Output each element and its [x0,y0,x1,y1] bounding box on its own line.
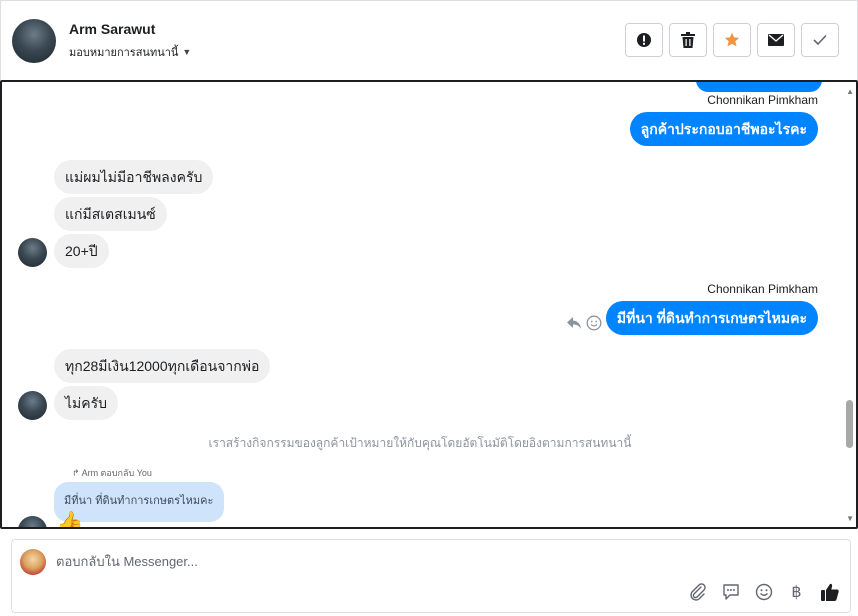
star-icon [724,32,740,47]
page-avatar [20,549,46,575]
like-button[interactable] [819,581,840,602]
message-bubble-outgoing[interactable]: ลูกค้าประกอบอาชีพอะไรคะ [629,112,818,146]
thumbs-up-icon [820,583,839,601]
emoji-icon [755,583,772,600]
envelope-icon [768,34,784,46]
reply-arrow-icon: ↱ [72,468,80,478]
mark-done-button[interactable] [801,23,839,57]
saved-reply-icon [722,583,739,600]
check-icon [813,34,827,46]
assign-dropdown[interactable]: มอบหมายการสนทนานี้ ▼ [69,43,191,61]
smiley-icon[interactable] [586,315,602,331]
message-bubble-incoming[interactable]: แก่มีสเตสเมนซ์ [54,197,167,231]
payment-button[interactable]: ฿ [786,581,807,602]
customer-avatar[interactable] [18,391,47,420]
delete-button[interactable] [669,23,707,57]
baht-icon: ฿ [791,583,802,601]
customer-avatar[interactable] [18,238,47,267]
mark-unread-button[interactable] [757,23,795,57]
message-bubble-incoming[interactable]: ไม่ครับ [54,386,119,420]
reply-icon[interactable] [566,316,582,330]
attach-button[interactable] [687,581,708,602]
thread-scrollbar[interactable]: ▲ ▼ [842,82,856,527]
message-bubble-outgoing[interactable]: มีที่นา ที่ดินทำการเกษตรไหมคะ [605,301,818,335]
composer-tools: ฿ [687,581,840,602]
exclamation-circle-icon [637,33,651,47]
customer-name[interactable]: Arm Sarawut [69,21,155,37]
sender-name: Chonnikan Pimkham [707,282,818,296]
saved-replies-button[interactable] [720,581,741,602]
reply-note: ↱ Arm ตอบกลับ You [72,466,152,480]
customer-avatar[interactable] [18,516,47,527]
message-bubble-incoming[interactable]: 20+ปี [54,234,109,268]
system-note: เราสร้างกิจกรรมของลูกค้าเป้าหมายให้กับคุ… [208,436,632,450]
spam-button[interactable] [625,23,663,57]
customer-avatar[interactable] [12,19,56,63]
emoji-button[interactable] [753,581,774,602]
assign-label: มอบหมายการสนทนานี้ [69,47,179,59]
scroll-up-arrow[interactable]: ▲ [846,87,854,96]
reply-input[interactable] [56,554,656,569]
trash-icon [681,32,695,48]
scroll-down-arrow[interactable]: ▼ [846,514,854,523]
conversation-header: Arm Sarawut มอบหมายการสนทนานี้ ▼ [0,0,858,80]
star-button[interactable] [713,23,751,57]
header-actions [625,23,839,57]
thumbs-up-reaction: 👍 [56,510,84,529]
message-bubble-incoming[interactable]: แม่ผมไม่มีอาชีพลงครับ [54,160,214,194]
scroll-thumb[interactable] [846,400,853,448]
message-thread[interactable]: Chonnikan Pimkham ลูกค้าประกอบอาชีพอะไรค… [0,80,858,529]
message-composer: ฿ [11,539,851,613]
message-actions [566,315,602,331]
message-bubble-incoming[interactable]: ทุก28มีเงิน12000ทุกเดือนจากพ่อ [54,349,271,383]
message-bubble-clipped [696,82,822,92]
reply-note-text: Arm ตอบกลับ You [81,468,152,478]
paperclip-icon [689,582,706,601]
sender-name: Chonnikan Pimkham [707,93,818,107]
caret-down-icon: ▼ [182,47,192,57]
